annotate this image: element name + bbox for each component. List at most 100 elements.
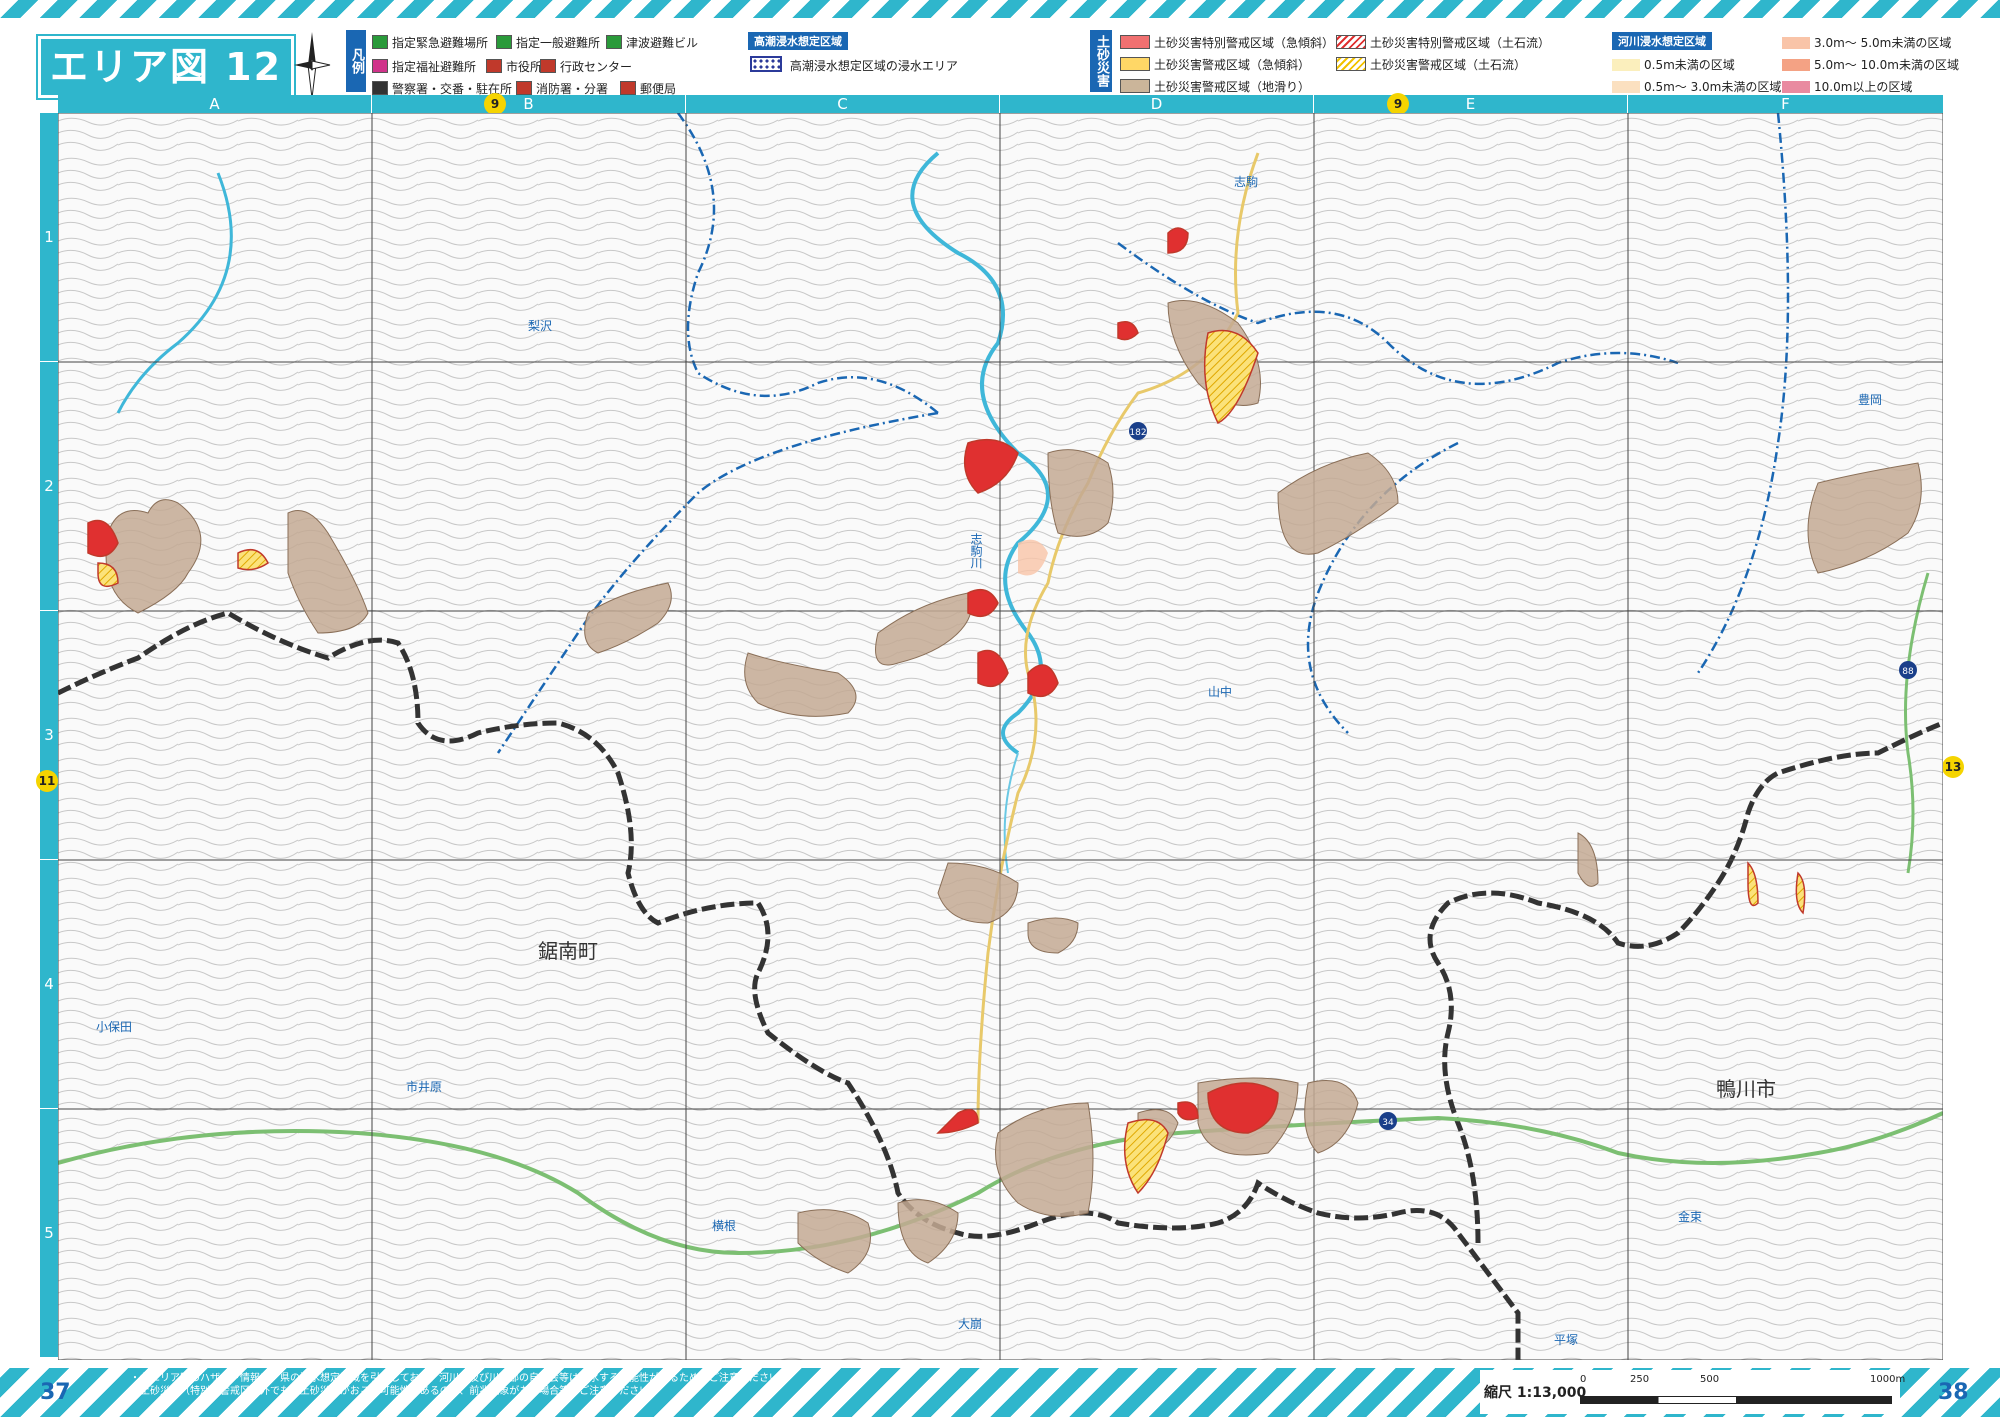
map-canvas: 182 88 34 [56, 112, 1944, 1361]
scale-tick-label: 500 [1700, 1374, 1720, 1385]
river-swatch [1782, 59, 1810, 71]
legend-symbol-icon [372, 35, 388, 49]
river-legend-label: 3.0m～ 5.0m未満の区域 [1814, 36, 1952, 50]
svg-text:182: 182 [1129, 428, 1146, 438]
legend-label: 行政センター [560, 60, 633, 74]
place-label-shikoma: 志駒 [1234, 175, 1259, 189]
place-label-hiratsuka: 平塚 [1554, 1333, 1579, 1347]
adjacent-area-marker-top-e[interactable]: 9 [1387, 93, 1409, 115]
legend-symbol-icon [372, 81, 388, 95]
sediment-legend-label: 土砂災害特別警戒区域（急傾斜） [1154, 36, 1335, 50]
sediment-swatch [1120, 35, 1150, 49]
legend-label: 津波避難ビル [626, 36, 699, 50]
compass-icon [294, 32, 331, 99]
scale-track [1580, 1396, 1892, 1404]
legend-item: 行政センター [540, 58, 632, 75]
column-header-b: B [372, 95, 686, 113]
place-label-okuzure: 大崩 [958, 1317, 983, 1331]
river-legend-item: 0.5m～ 3.0m未満の区域 [1612, 78, 1781, 95]
column-header-a: A [58, 95, 372, 113]
legend-label: 消防署・分署 [536, 82, 609, 96]
place-label-ichiibara: 市井原 [406, 1080, 443, 1094]
river-legend-item: 10.0m以上の区域 [1782, 78, 1912, 95]
river-flood-header: 河川浸水想定区域 [1612, 32, 1712, 50]
scale-tick-label: 0 [1580, 1374, 1587, 1385]
sediment-swatch [1336, 35, 1366, 49]
sediment-legend-item: 土砂災害警戒区域（土石流） [1336, 56, 1526, 73]
place-label-kamogawa-city: 鴨川市 [1716, 1077, 1776, 1101]
sediment-swatch [1120, 57, 1150, 71]
route-shield-34: 34 [1379, 1112, 1397, 1130]
adjacent-area-marker-left[interactable]: 11 [36, 770, 58, 792]
legend-symbol-icon [540, 59, 556, 73]
footnote: ・各エリア図のハザード情報は、県の浸水想定区域を引用しており、河川部及び川沿部の… [130, 1372, 789, 1398]
footnote-line-2: ・土砂災害（特別）警戒区域外でも、土砂災害がおこる可能性があるので、前兆現象があ… [130, 1386, 660, 1397]
scale-tick-label: 1000m [1870, 1374, 1906, 1385]
sediment-legend-item: 土砂災害警戒区域（急傾斜） [1120, 56, 1310, 73]
route-shield-182: 182 [1129, 422, 1147, 440]
top-stripe [0, 0, 2000, 18]
legend-tag: 凡例 [346, 30, 366, 92]
river-swatch [1612, 59, 1640, 71]
route-shield-88: 88 [1899, 661, 1917, 679]
legend-item: 津波避難ビル [606, 34, 698, 51]
legend-symbol-icon [606, 35, 622, 49]
sediment-legend-item: 土砂災害特別警戒区域（土石流） [1336, 34, 1550, 51]
column-header-e: E [1314, 95, 1628, 113]
scale-label: 縮尺 1:13,000 [1484, 1385, 1587, 1401]
row-header-2: 2 [40, 362, 58, 611]
column-header-c: C [686, 95, 1000, 113]
sediment-tag: 土砂災害 [1090, 30, 1112, 92]
river-legend-label: 5.0m～ 10.0m未満の区域 [1814, 58, 1959, 72]
legend-label: 指定緊急避難場所 [392, 36, 489, 50]
legend-label: 指定一般避難所 [516, 36, 601, 50]
sediment-legend-item: 土砂災害警戒区域（地滑り） [1120, 78, 1310, 95]
legend-symbol-icon [620, 81, 636, 95]
column-header-d: D [1000, 95, 1314, 113]
legend-label: 指定福祉避難所 [392, 60, 477, 74]
place-label-kyonan-town: 鋸南町 [538, 939, 598, 963]
river-swatch [1612, 81, 1640, 93]
place-label-yokone: 横根 [712, 1219, 737, 1233]
row-header-1: 1 [40, 113, 58, 362]
place-label-konzuka: 金束 [1678, 1210, 1703, 1224]
sediment-legend-label: 土砂災害警戒区域（地滑り） [1154, 80, 1311, 94]
svg-text:88: 88 [1902, 667, 1914, 677]
legend-label: 郵便局 [640, 82, 677, 96]
place-label-toyooka: 豊岡 [1858, 393, 1883, 407]
page-number-left: 37 [40, 1380, 71, 1405]
legend-symbol-icon [372, 59, 388, 73]
legend-symbol-icon [516, 81, 532, 95]
legend-item: 市役所 [486, 58, 542, 75]
sediment-legend-label: 土砂災害特別警戒区域（土石流） [1370, 36, 1551, 50]
river-label-shikoma: 志駒川 [969, 533, 983, 569]
legend-symbol-icon [486, 59, 502, 73]
sediment-legend-item: 土砂災害特別警戒区域（急傾斜） [1120, 34, 1334, 51]
flood-tide-swatch [750, 56, 782, 72]
river-legend-label: 0.5m～ 3.0m未満の区域 [1644, 80, 1782, 94]
sediment-legend-label: 土砂災害警戒区域（土石流） [1370, 58, 1527, 72]
column-header-f: F [1628, 95, 1944, 113]
sediment-swatch [1120, 79, 1150, 93]
legend-symbol-icon [496, 35, 512, 49]
place-label-nashizawa: 梨沢 [528, 319, 553, 333]
flood-tide-label: 高潮浸水想定区域の浸水エリア [789, 59, 958, 73]
river-legend-item: 3.0m～ 5.0m未満の区域 [1782, 34, 1951, 51]
page-number-right: 38 [1938, 1380, 1969, 1405]
map-area[interactable]: 182 88 34 梨沢 志駒 豊岡 山中 鋸南町 小保田 市井原 横根 大崩 … [56, 112, 1944, 1361]
river-legend-item: 5.0m～ 10.0m未満の区域 [1782, 56, 1959, 73]
river-swatch [1782, 81, 1810, 93]
footnote-line-1: ・各エリア図のハザード情報は、県の浸水想定区域を引用しており、河川部及び川沿部の… [130, 1373, 789, 1384]
scale-bar: 縮尺 1:13,000 0 250 500 1000m [1480, 1370, 1905, 1414]
river-legend-item: 0.5m未満の区域 [1612, 56, 1735, 73]
river-legend-label: 0.5m未満の区域 [1644, 58, 1735, 72]
adjacent-area-marker-right[interactable]: 13 [1942, 756, 1964, 778]
page-title: エリア図 12 [38, 36, 294, 98]
legend-item: 指定緊急避難場所 [372, 34, 488, 51]
river-swatch [1782, 37, 1810, 49]
legend-label: 市役所 [506, 60, 543, 74]
row-header-4: 4 [40, 860, 58, 1109]
legend-item: 指定福祉避難所 [372, 58, 476, 75]
adjacent-area-marker-top-b[interactable]: 9 [484, 93, 506, 115]
row-header-5: 5 [40, 1109, 58, 1358]
